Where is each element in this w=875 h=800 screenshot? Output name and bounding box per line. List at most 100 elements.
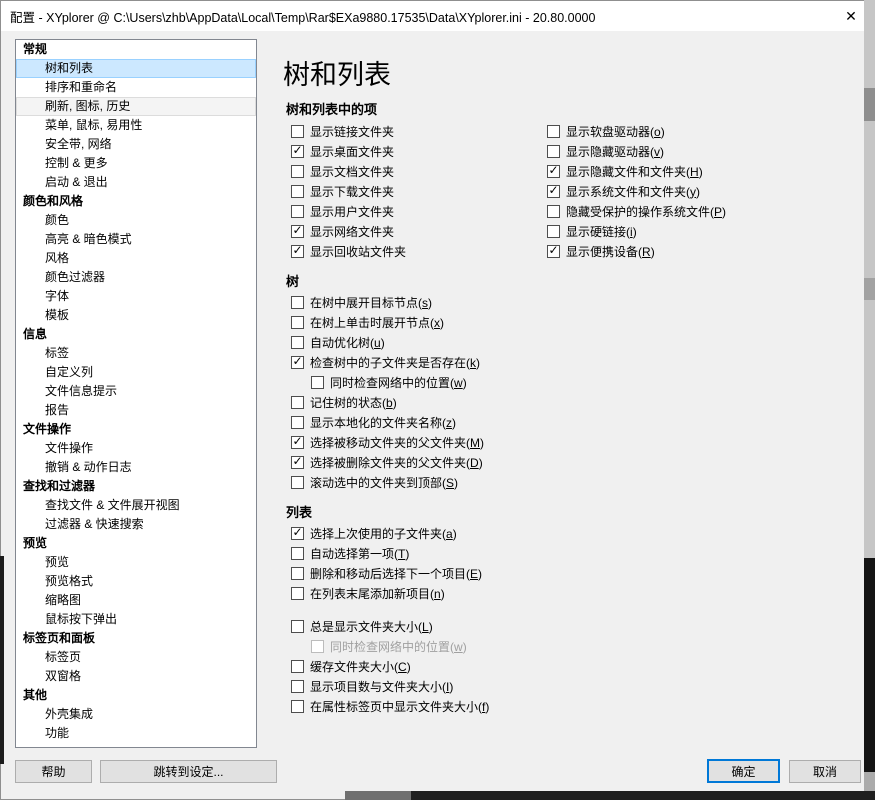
- checkbox-row[interactable]: 显示用户文件夹: [291, 201, 406, 221]
- sidebar-item[interactable]: 菜单, 鼠标, 易用性: [16, 116, 256, 135]
- ok-button[interactable]: 确定: [707, 759, 780, 783]
- checkbox-row[interactable]: 显示便携设备(R): [547, 241, 726, 261]
- checkbox[interactable]: [291, 296, 304, 309]
- checkbox-row[interactable]: 同时检查网络中的位置(w): [311, 636, 489, 656]
- sidebar-item[interactable]: 预览: [16, 553, 256, 572]
- checkbox[interactable]: [547, 165, 560, 178]
- sidebar-item[interactable]: 树和列表: [16, 59, 256, 78]
- checkbox-row[interactable]: 显示链接文件夹: [291, 121, 406, 141]
- checkbox-row[interactable]: 总是显示文件夹大小(L): [291, 616, 489, 636]
- checkbox[interactable]: [291, 547, 304, 560]
- checkbox[interactable]: [291, 476, 304, 489]
- checkbox-row[interactable]: 显示隐藏文件和文件夹(H): [547, 161, 726, 181]
- sidebar-item[interactable]: 颜色: [16, 211, 256, 230]
- sidebar-item[interactable]: 外壳集成: [16, 705, 256, 724]
- sidebar-item[interactable]: 控制 & 更多: [16, 154, 256, 173]
- checkbox[interactable]: [547, 205, 560, 218]
- sidebar-item[interactable]: 功能: [16, 724, 256, 743]
- checkbox[interactable]: [291, 205, 304, 218]
- checkbox[interactable]: [291, 165, 304, 178]
- checkbox[interactable]: [291, 456, 304, 469]
- help-button[interactable]: 帮助: [15, 760, 92, 783]
- sidebar-item[interactable]: 刷新, 图标, 历史: [16, 97, 256, 116]
- sidebar-item[interactable]: 模板: [16, 306, 256, 325]
- checkbox-row[interactable]: 显示回收站文件夹: [291, 241, 406, 261]
- sidebar-item[interactable]: 颜色过滤器: [16, 268, 256, 287]
- checkbox[interactable]: [291, 245, 304, 258]
- sidebar-item[interactable]: 查找文件 & 文件展开视图: [16, 496, 256, 515]
- checkbox[interactable]: [291, 680, 304, 693]
- close-icon[interactable]: ✕: [834, 1, 868, 31]
- checkbox[interactable]: [291, 567, 304, 580]
- sidebar-item[interactable]: 文件信息提示: [16, 382, 256, 401]
- checkbox-row[interactable]: 显示桌面文件夹: [291, 141, 406, 161]
- checkbox-row[interactable]: 显示软盘驱动器(o): [547, 121, 726, 141]
- checkbox[interactable]: [291, 316, 304, 329]
- checkbox[interactable]: [291, 225, 304, 238]
- checkbox-row[interactable]: 显示系统文件和文件夹(y): [547, 181, 726, 201]
- checkbox-row[interactable]: 选择被删除文件夹的父文件夹(D): [291, 452, 484, 472]
- checkbox[interactable]: [291, 416, 304, 429]
- sidebar-item[interactable]: 缩略图: [16, 591, 256, 610]
- checkbox[interactable]: [547, 245, 560, 258]
- checkbox[interactable]: [291, 185, 304, 198]
- checkbox-row[interactable]: 在列表末尾添加新项目(n): [291, 583, 489, 603]
- checkbox[interactable]: [547, 185, 560, 198]
- sidebar-item[interactable]: 安全带, 网络: [16, 135, 256, 154]
- sidebar-item[interactable]: 启动 & 退出: [16, 173, 256, 192]
- checkbox-row[interactable]: 自动优化树(u): [291, 332, 484, 352]
- checkbox-row[interactable]: 在树上单击时展开节点(x): [291, 312, 484, 332]
- checkbox[interactable]: [291, 436, 304, 449]
- checkbox-row[interactable]: 显示隐藏驱动器(v): [547, 141, 726, 161]
- checkbox[interactable]: [291, 336, 304, 349]
- checkbox-row[interactable]: 检查树中的子文件夹是否存在(k): [291, 352, 484, 372]
- checkbox[interactable]: [311, 640, 324, 653]
- sidebar-item[interactable]: 字体: [16, 287, 256, 306]
- sidebar-item[interactable]: 鼠标按下弹出: [16, 610, 256, 629]
- cancel-button[interactable]: 取消: [789, 760, 861, 783]
- checkbox-row[interactable]: 同时检查网络中的位置(w): [311, 372, 484, 392]
- sidebar-item[interactable]: 过滤器 & 快速搜索: [16, 515, 256, 534]
- checkbox-row[interactable]: 选择被移动文件夹的父文件夹(M): [291, 432, 484, 452]
- checkbox-row[interactable]: 滚动选中的文件夹到顶部(S): [291, 472, 484, 492]
- checkbox-row[interactable]: 显示项目数与文件夹大小(I): [291, 676, 489, 696]
- checkbox[interactable]: [291, 527, 304, 540]
- sidebar-item[interactable]: 自定义列: [16, 363, 256, 382]
- sidebar-item[interactable]: 排序和重命名: [16, 78, 256, 97]
- sidebar-item[interactable]: 高亮 & 暗色模式: [16, 230, 256, 249]
- checkbox[interactable]: [291, 587, 304, 600]
- checkbox-row[interactable]: 显示网络文件夹: [291, 221, 406, 241]
- checkbox-row[interactable]: 自动选择第一项(T): [291, 543, 489, 563]
- checkbox[interactable]: [547, 125, 560, 138]
- checkbox[interactable]: [291, 660, 304, 673]
- checkbox-row[interactable]: 显示本地化的文件夹名称(z): [291, 412, 484, 432]
- checkbox[interactable]: [291, 356, 304, 369]
- jump-to-settings-button[interactable]: 跳转到设定...: [100, 760, 277, 783]
- checkbox[interactable]: [311, 376, 324, 389]
- checkbox-row[interactable]: 删除和移动后选择下一个项目(E): [291, 563, 489, 583]
- checkbox-row[interactable]: 在树中展开目标节点(s): [291, 292, 484, 312]
- sidebar-item[interactable]: 标签: [16, 344, 256, 363]
- sidebar-item[interactable]: 报告: [16, 401, 256, 420]
- checkbox-row[interactable]: 显示文档文件夹: [291, 161, 406, 181]
- checkbox-row[interactable]: 显示下载文件夹: [291, 181, 406, 201]
- checkbox[interactable]: [547, 225, 560, 238]
- checkbox[interactable]: [291, 145, 304, 158]
- sidebar-item[interactable]: 文件操作: [16, 439, 256, 458]
- checkbox-row[interactable]: 记住树的状态(b): [291, 392, 484, 412]
- sidebar-item[interactable]: 预览格式: [16, 572, 256, 591]
- checkbox[interactable]: [547, 145, 560, 158]
- sidebar-item[interactable]: 风格: [16, 249, 256, 268]
- sidebar-item[interactable]: 标签页: [16, 648, 256, 667]
- checkbox-row[interactable]: 隐藏受保护的操作系统文件(P): [547, 201, 726, 221]
- sidebar-item[interactable]: 撤销 & 动作日志: [16, 458, 256, 477]
- checkbox[interactable]: [291, 620, 304, 633]
- checkbox-row[interactable]: 缓存文件夹大小(C): [291, 656, 489, 676]
- checkbox[interactable]: [291, 700, 304, 713]
- checkbox[interactable]: [291, 125, 304, 138]
- checkbox-row[interactable]: 在属性标签页中显示文件夹大小(f): [291, 696, 489, 716]
- sidebar-item[interactable]: 双窗格: [16, 667, 256, 686]
- checkbox[interactable]: [291, 396, 304, 409]
- checkbox-row[interactable]: 选择上次使用的子文件夹(a): [291, 523, 489, 543]
- checkbox-row[interactable]: 显示硬链接(i): [547, 221, 726, 241]
